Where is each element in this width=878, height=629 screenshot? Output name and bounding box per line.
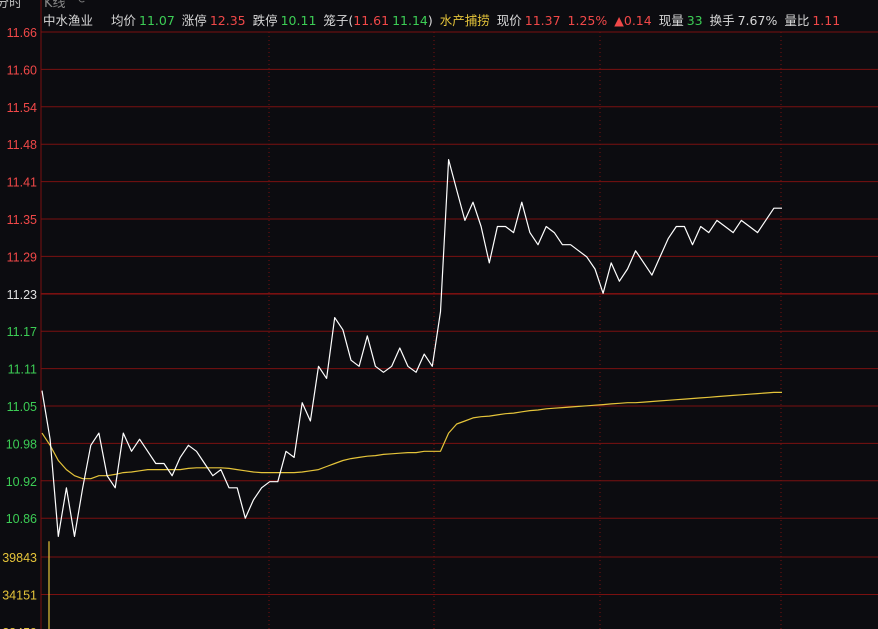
price-tick-label: 11.66 xyxy=(7,26,37,40)
price-tick-label: 10.86 xyxy=(6,512,37,526)
price-tick-label: 11.54 xyxy=(7,101,37,115)
price-tick-label: 10.98 xyxy=(6,437,37,451)
price-line xyxy=(41,159,782,538)
volume-tick-label: 39843 xyxy=(2,551,37,565)
price-tick-label: 11.17 xyxy=(7,325,37,339)
intraday-chart[interactable]: 11.66 11.60 11.54 11.48 11.41 11.35 11.29 11.23… xyxy=(0,0,878,629)
price-tick-label: 11.29 xyxy=(7,250,37,264)
price-tick-label: 11.11 xyxy=(8,363,37,377)
price-tick-label: 10.92 xyxy=(6,475,37,489)
price-tick-label: 11.41 xyxy=(7,176,37,190)
price-tick-label: 11.35 xyxy=(7,213,37,227)
price-tick-label: 11.48 xyxy=(7,138,37,152)
average-price-line xyxy=(41,391,782,480)
price-tick-label: 11.23 xyxy=(7,288,37,302)
volume-tick-label: 34151 xyxy=(2,589,37,603)
price-tick-label: 11.60 xyxy=(7,63,37,77)
price-tick-label: 11.05 xyxy=(7,400,37,414)
